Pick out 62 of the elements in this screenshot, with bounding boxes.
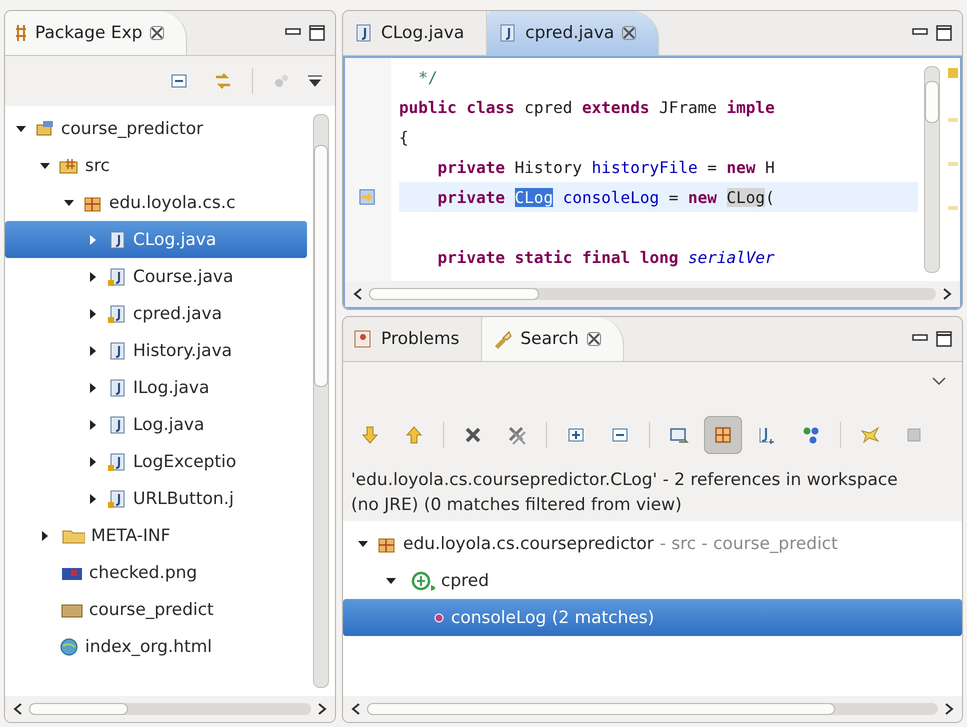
- tree-item[interactable]: edu.loyola.cs.c: [5, 184, 307, 221]
- project-icon: [35, 118, 55, 138]
- close-icon[interactable]: [586, 332, 601, 346]
- toolbar-button[interactable]: [704, 416, 742, 454]
- globe-icon: [59, 636, 79, 656]
- maximize-icon[interactable]: [936, 331, 952, 347]
- minimize-icon[interactable]: [912, 28, 928, 38]
- link-arrows-icon: [213, 71, 233, 91]
- close-icon[interactable]: [150, 26, 164, 40]
- minimize-icon[interactable]: [912, 334, 928, 344]
- view-menu-icon[interactable]: [307, 75, 323, 87]
- tree-item[interactable]: ILog.java: [5, 369, 307, 406]
- tree-item[interactable]: Log.java: [5, 406, 307, 443]
- code-line: public class cpred extends JFrame imple: [399, 96, 776, 118]
- code-line: private History historyFile = new H: [436, 156, 776, 178]
- scroll-left-icon[interactable]: [351, 703, 361, 715]
- horizontal-scrollbar[interactable]: [345, 281, 960, 307]
- scroll-right-icon[interactable]: [942, 288, 952, 300]
- tree-item-qualifier: - src - course_predict: [660, 534, 838, 554]
- tree-item[interactable]: consoleLog (2 matches): [343, 599, 962, 636]
- scroll-right-icon[interactable]: [317, 703, 327, 715]
- tree-item[interactable]: course_predict: [5, 591, 307, 628]
- view-tab[interactable]: Search: [482, 317, 624, 361]
- scroll-left-icon[interactable]: [353, 288, 363, 300]
- java-list-icon: [757, 425, 777, 445]
- arrow-up-icon: [404, 425, 424, 445]
- maximize-icon[interactable]: [936, 25, 952, 41]
- hierarchy-icon: [801, 425, 821, 445]
- tree-item[interactable]: src: [5, 147, 307, 184]
- tree-item[interactable]: cpred: [343, 562, 962, 600]
- code-line: private static final long serialVer: [436, 246, 776, 268]
- remove-all-icon: [507, 425, 527, 445]
- scroll-right-icon[interactable]: [944, 703, 954, 715]
- package-explorer-icon: [15, 24, 27, 42]
- field-icon: [433, 612, 445, 624]
- code-line: {: [399, 126, 410, 148]
- tree-item[interactable]: URLButton.j: [5, 480, 307, 517]
- close-icon[interactable]: [622, 26, 636, 40]
- tree-item[interactable]: History.java: [5, 332, 307, 369]
- tree-item[interactable]: META-INF: [5, 517, 307, 554]
- vertical-scrollbar[interactable]: [924, 66, 940, 273]
- tree-item[interactable]: checked.png: [5, 554, 307, 591]
- tree-item[interactable]: index_org.html: [5, 628, 307, 665]
- code-line: */: [417, 66, 439, 88]
- tree-item[interactable]: course_predictor: [5, 110, 307, 147]
- minimize-icon[interactable]: [285, 28, 301, 38]
- vertical-scrollbar[interactable]: [313, 114, 329, 688]
- problems-icon: [353, 329, 373, 349]
- tree-item[interactable]: LogExceptio: [5, 443, 307, 480]
- tree-item[interactable]: cpred.java: [5, 295, 307, 332]
- view-menu-icon[interactable]: [932, 376, 946, 386]
- tree-item[interactable]: Course.java: [5, 258, 307, 295]
- scroll-left-icon[interactable]: [13, 703, 23, 715]
- search-summary-text: 'edu.loyola.cs.coursepredictor.CLog' - 2 references in workspace (no JRE) (0 matches filtered from view): [350, 469, 899, 517]
- remove-icon: [463, 425, 483, 445]
- tree-item[interactable]: CLog.java: [5, 221, 307, 258]
- tree-view-icon: [713, 425, 733, 445]
- arrow-down-icon: [360, 425, 380, 445]
- maximize-icon[interactable]: [309, 25, 325, 41]
- editor-tab[interactable]: cpred.java: [487, 11, 660, 55]
- view-tab[interactable]: Package Exp: [5, 11, 188, 55]
- tree-item[interactable]: edu.loyola.cs.coursepredictor - src - course_predict: [343, 525, 962, 562]
